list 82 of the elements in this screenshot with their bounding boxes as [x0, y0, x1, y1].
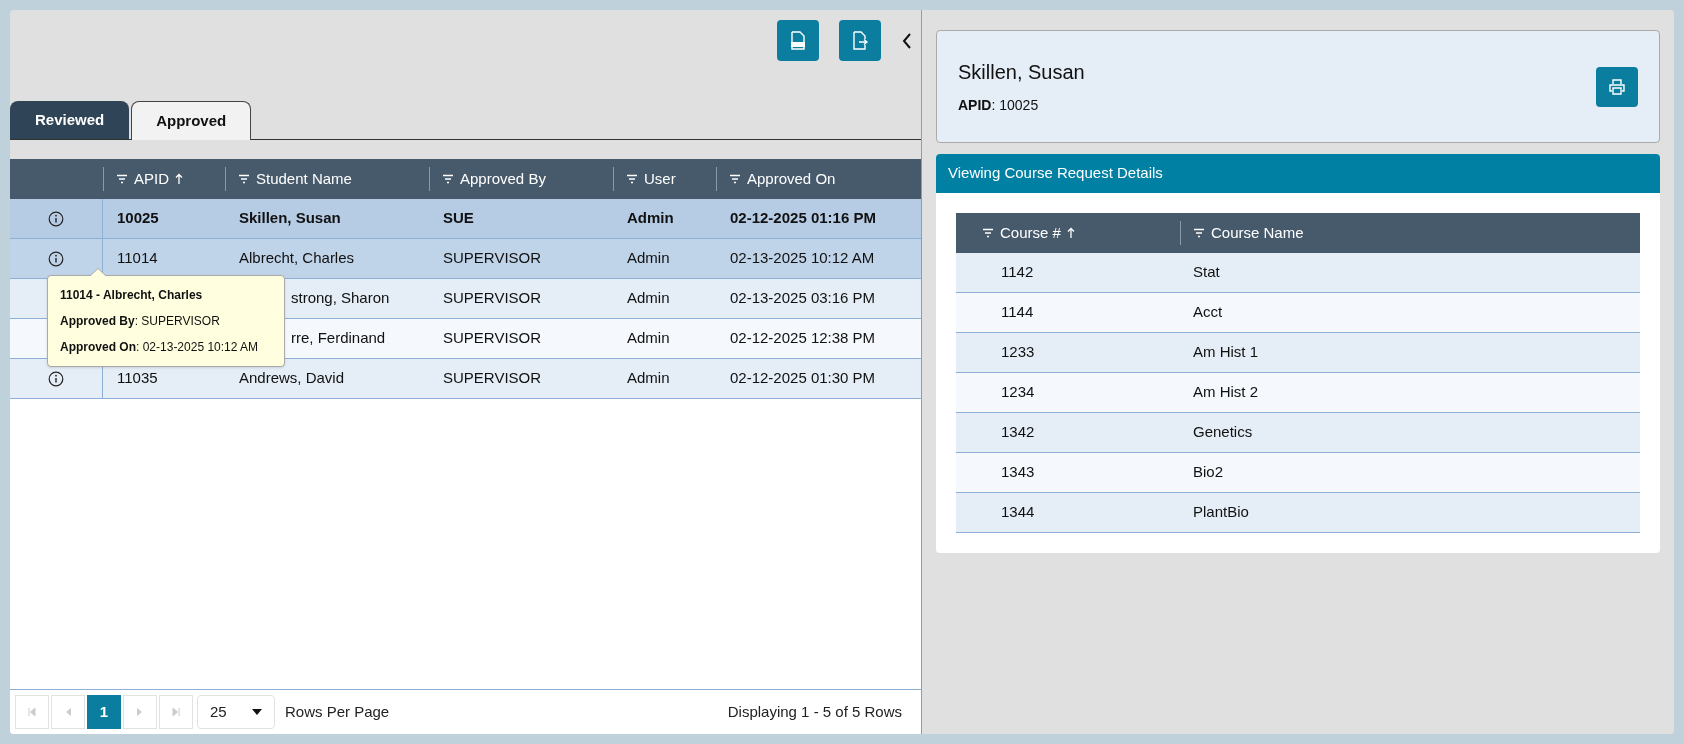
panel-title: Viewing Course Request Details [948, 163, 1163, 184]
table-row[interactable]: 11014 Albrecht, Charles SUPERVISOR Admin 02-13-2025 10:12 AM [10, 239, 921, 279]
table-cell: SUE [443, 209, 474, 227]
table-cell: 02-13-2025 03:16 PM [730, 289, 876, 307]
filter-icon[interactable] [238, 174, 250, 184]
table-cell: SUPERVISOR [443, 289, 542, 307]
pagination-summary: Displaying 1 - 5 of 5 Rows [727, 701, 902, 722]
table-cell: Admin [627, 369, 670, 387]
filter-icon[interactable] [982, 228, 994, 238]
table-cell: 1144 [1001, 303, 1034, 321]
table-row[interactable]: 10025 Skillen, Susan SUE Admin 02-12-2025 01:16 PM [10, 199, 921, 239]
table-cell: strong, Sharon [291, 289, 390, 307]
table-cell: Am Hist 2 [1193, 383, 1258, 401]
table-cell: PlantBio [1193, 503, 1249, 521]
table-cell: Admin [627, 329, 670, 347]
column-header[interactable]: Approved On [747, 167, 836, 191]
table-cell: 02-12-2025 01:16 PM [730, 209, 876, 227]
table-cell: 02-12-2025 12:38 PM [730, 329, 876, 347]
column-header[interactable]: Course # [1000, 221, 1075, 245]
column-header[interactable]: Approved By [460, 167, 546, 191]
table-cell: 1343 [1001, 463, 1035, 481]
table-cell: SUPERVISOR [443, 249, 542, 267]
file-export-button[interactable] [777, 20, 819, 61]
rows-per-page-label: Rows Per Page [285, 701, 390, 722]
print-button[interactable] [1596, 66, 1638, 107]
document-icon [789, 30, 807, 51]
table-cell: Admin [627, 249, 670, 267]
filter-icon[interactable] [1193, 228, 1205, 238]
student-name: Skillen, Susan [958, 60, 1085, 85]
printer-icon [1608, 77, 1626, 96]
filter-icon[interactable] [626, 174, 638, 184]
last-page-icon [172, 708, 180, 716]
sort-up-icon [1066, 227, 1075, 239]
table-cell: 02-13-2025 10:12 AM [730, 249, 875, 267]
table-cell: Admin [627, 209, 674, 227]
tooltip-line: Approved On: 02-13-2025 10:12 AM [60, 339, 260, 356]
rows-per-page-dropdown[interactable]: 25 [197, 695, 275, 729]
table-cell: 1142 [1001, 263, 1034, 281]
sort-up-icon [175, 173, 183, 185]
table-cell: Stat [1193, 263, 1220, 281]
column-header[interactable]: Student Name [256, 167, 352, 191]
column-header[interactable]: APID [134, 167, 183, 191]
table-cell: Am Hist 1 [1193, 343, 1258, 361]
page-button[interactable]: 1 [87, 695, 121, 729]
column-header[interactable]: Course Name [1211, 221, 1304, 245]
table-cell: 1234 [1001, 383, 1035, 401]
export-button[interactable] [839, 20, 881, 61]
table-cell: rre, Ferdinand [291, 329, 386, 347]
table-cell: 1342 [1001, 423, 1035, 441]
file-arrow-icon [851, 30, 869, 51]
table-cell: 11035 [117, 369, 158, 387]
info-icon[interactable] [48, 210, 64, 227]
tooltip-title: 11014 - Albrecht, Charles [60, 287, 204, 304]
table-cell: SUPERVISOR [443, 369, 542, 387]
chevron-left-icon[interactable] [901, 31, 913, 50]
caret-down-icon [252, 709, 262, 715]
filter-icon[interactable] [116, 174, 128, 184]
filter-icon[interactable] [442, 174, 454, 184]
table-cell: SUPERVISOR [443, 329, 542, 347]
table-cell: 1344 [1001, 503, 1035, 521]
table-cell: Andrews, David [239, 369, 345, 387]
table-cell: Bio2 [1193, 463, 1224, 481]
tab[interactable]: Reviewed [10, 101, 130, 139]
table-cell: 1233 [1001, 343, 1035, 361]
filter-icon[interactable] [729, 174, 741, 184]
apid-text: APID: 10025 [958, 96, 1040, 115]
table-cell: Acct [1193, 303, 1223, 321]
table-cell: Admin [627, 289, 670, 307]
table-row[interactable]: 11035 Andrews, David SUPERVISOR Admin 02-12-2025 01:30 PM [10, 359, 921, 399]
previous-page-icon [65, 708, 71, 716]
next-page-icon [137, 708, 143, 716]
table-cell: Albrecht, Charles [239, 249, 355, 267]
table-cell: 11014 [117, 249, 158, 267]
table-cell: Genetics [1193, 423, 1253, 441]
info-icon[interactable] [48, 250, 64, 267]
info-icon[interactable] [48, 370, 64, 387]
table-cell: 10025 [117, 209, 159, 227]
table-cell: Skillen, Susan [239, 209, 341, 227]
column-header[interactable]: User [644, 167, 676, 191]
tab[interactable]: Approved [131, 101, 252, 140]
table-cell: 02-12-2025 01:30 PM [730, 369, 876, 387]
first-page-icon [28, 708, 36, 716]
